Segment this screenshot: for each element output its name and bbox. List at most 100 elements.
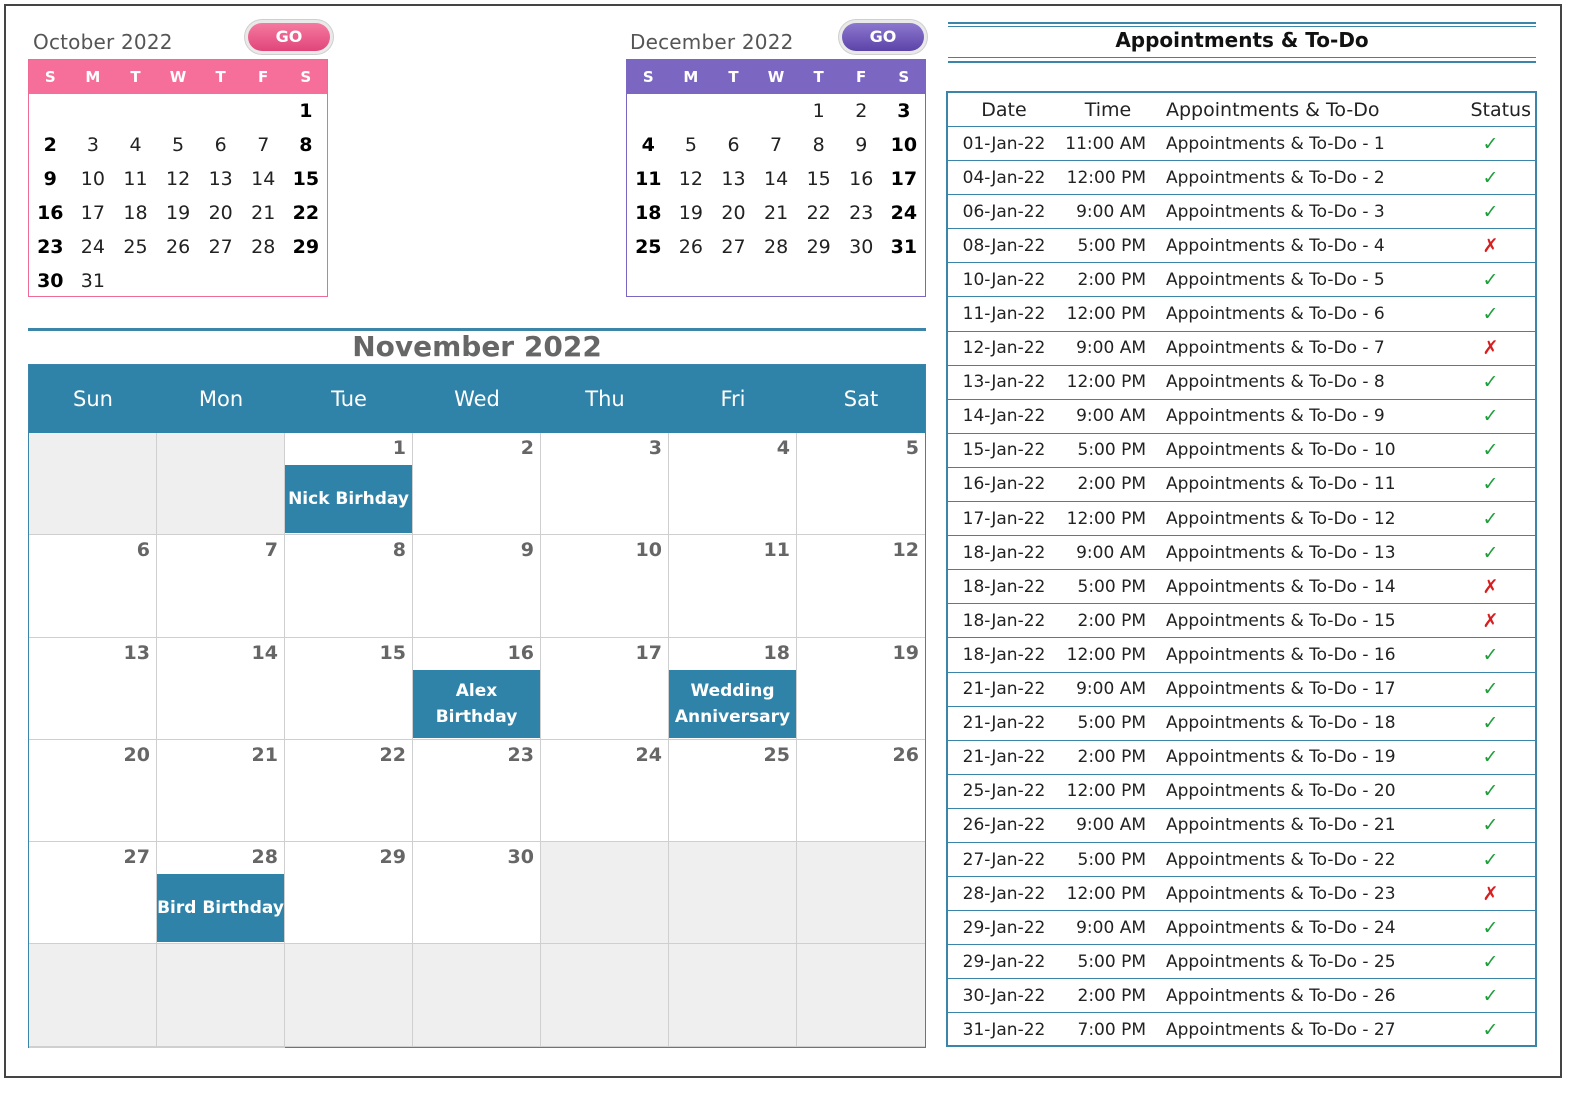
mini-day-cell[interactable]: 15 — [797, 162, 840, 196]
month-day-empty[interactable] — [157, 1046, 285, 1048]
column-header-status[interactable]: Status — [1446, 99, 1535, 121]
month-day-cell[interactable]: 3 — [541, 433, 669, 536]
mini-day-cell[interactable]: 12 — [670, 162, 713, 196]
mini-day-cell[interactable]: 13 — [712, 162, 755, 196]
month-day-cell[interactable]: 5 — [797, 433, 925, 536]
month-day-empty[interactable] — [541, 842, 669, 945]
mini-day-cell[interactable]: 2 — [840, 94, 883, 128]
mini-day-cell[interactable]: 11 — [114, 162, 157, 196]
mini-day-cell[interactable]: 14 — [242, 162, 285, 196]
month-day-cell[interactable]: 26 — [797, 739, 925, 843]
month-day-cell[interactable]: 8 — [285, 535, 413, 638]
mini-day-cell[interactable]: 5 — [670, 128, 713, 162]
appointment-row[interactable]: 29-Jan-22 9:00 AM Appointments & To-Do - 2… — [948, 911, 1535, 946]
month-day-cell[interactable]: 29 — [285, 842, 413, 945]
month-day-cell[interactable]: 27 — [29, 842, 157, 945]
appointment-row[interactable]: 04-Jan-22 12:00 PM Appointments & To-Do - … — [948, 161, 1535, 196]
mini-day-cell[interactable]: 21 — [242, 196, 285, 230]
appointment-row[interactable]: 18-Jan-22 12:00 PM Appointments & To-Do - … — [948, 638, 1535, 673]
month-day-cell[interactable]: 18 Wedding Anniversary — [669, 637, 797, 740]
month-day-cell[interactable]: 25 — [669, 739, 797, 843]
appointment-row[interactable]: 26-Jan-22 9:00 AM Appointments & To-Do - 2… — [948, 809, 1535, 843]
appointment-row[interactable]: 13-Jan-22 12:00 PM Appointments & To-Do - … — [948, 366, 1535, 400]
column-header-date[interactable]: Date — [948, 99, 1060, 121]
column-header-time[interactable]: Time — [1060, 99, 1156, 121]
mini-day-cell[interactable]: 3 — [72, 128, 115, 162]
mini-day-cell[interactable]: 15 — [285, 162, 328, 196]
mini-day-cell[interactable]: 9 — [29, 162, 72, 196]
month-day-cell[interactable]: 19 — [797, 637, 925, 740]
month-day-cell[interactable]: 30 — [413, 842, 541, 945]
month-day-empty[interactable] — [29, 944, 157, 1047]
mini-day-cell[interactable]: 7 — [755, 128, 798, 162]
mini-day-cell[interactable]: 23 — [840, 196, 883, 230]
appointment-row[interactable]: 25-Jan-22 12:00 PM Appointments & To-Do - … — [948, 775, 1535, 809]
appointment-row[interactable]: 14-Jan-22 9:00 AM Appointments & To-Do - 9… — [948, 400, 1535, 434]
mini-day-cell[interactable]: 22 — [285, 196, 328, 230]
month-day-cell[interactable]: 10 — [541, 535, 669, 638]
month-day-empty[interactable] — [157, 944, 285, 1047]
appointment-row[interactable]: 18-Jan-22 5:00 PM Appointments & To-Do - 1… — [948, 570, 1535, 605]
month-day-empty[interactable] — [157, 433, 285, 536]
month-day-cell[interactable]: 12 — [797, 535, 925, 638]
mini-day-cell[interactable]: 8 — [797, 128, 840, 162]
month-day-cell[interactable]: 7 — [157, 535, 285, 638]
appointment-row[interactable]: 06-Jan-22 9:00 AM Appointments & To-Do - 3… — [948, 195, 1535, 230]
mini-day-cell[interactable]: 30 — [840, 230, 883, 264]
appointment-row[interactable]: 21-Jan-22 5:00 PM Appointments & To-Do - 1… — [948, 707, 1535, 741]
month-day-cell[interactable]: 16 Alex Birthday — [413, 637, 541, 740]
mini-day-cell[interactable]: 30 — [29, 264, 72, 298]
mini-day-cell[interactable]: 5 — [157, 128, 200, 162]
mini-day-cell[interactable]: 11 — [627, 162, 670, 196]
mini-day-cell[interactable]: 8 — [285, 128, 328, 162]
go-button-october[interactable]: GO — [248, 23, 330, 51]
mini-day-cell[interactable]: 2 — [29, 128, 72, 162]
mini-day-cell[interactable]: 21 — [755, 196, 798, 230]
appointment-row[interactable]: 29-Jan-22 5:00 PM Appointments & To-Do - 2… — [948, 945, 1535, 980]
month-day-empty[interactable] — [541, 944, 669, 1047]
mini-day-cell[interactable]: 12 — [157, 162, 200, 196]
appointment-row[interactable]: 28-Jan-22 12:00 PM Appointments & To-Do - … — [948, 877, 1535, 912]
mini-day-cell[interactable]: 25 — [627, 230, 670, 264]
month-day-empty[interactable] — [669, 944, 797, 1047]
mini-day-cell[interactable]: 17 — [883, 162, 926, 196]
month-day-cell[interactable]: 24 — [541, 739, 669, 843]
mini-day-cell[interactable]: 28 — [755, 230, 798, 264]
month-day-empty[interactable] — [797, 842, 925, 945]
calendar-event[interactable]: Wedding Anniversary — [669, 669, 796, 738]
month-day-cell[interactable]: 28 Bird Birthday — [157, 842, 285, 945]
mini-day-cell[interactable]: 27 — [199, 230, 242, 264]
appointment-row[interactable]: 10-Jan-22 2:00 PM Appointments & To-Do - 5… — [948, 263, 1535, 298]
calendar-event[interactable]: Nick Birhday — [285, 465, 412, 533]
month-day-cell[interactable]: 15 — [285, 637, 413, 740]
mini-day-cell[interactable]: 7 — [242, 128, 285, 162]
mini-day-cell[interactable]: 24 — [883, 196, 926, 230]
mini-day-cell[interactable]: 26 — [670, 230, 713, 264]
month-day-empty[interactable] — [29, 433, 157, 536]
appointment-row[interactable]: 12-Jan-22 9:00 AM Appointments & To-Do - 7… — [948, 332, 1535, 366]
mini-day-cell[interactable]: 22 — [797, 196, 840, 230]
month-day-cell[interactable]: 21 — [157, 739, 285, 843]
month-day-cell[interactable]: 14 — [157, 637, 285, 740]
mini-day-cell[interactable]: 25 — [114, 230, 157, 264]
mini-day-cell[interactable]: 16 — [29, 196, 72, 230]
month-day-cell[interactable]: 2 — [413, 433, 541, 536]
mini-day-cell[interactable]: 16 — [840, 162, 883, 196]
month-day-empty[interactable] — [669, 842, 797, 945]
mini-day-cell[interactable]: 1 — [285, 94, 328, 128]
month-day-cell[interactable]: 4 — [669, 433, 797, 536]
month-day-cell[interactable]: 1 Nick Birhday — [285, 433, 413, 536]
appointment-row[interactable]: 16-Jan-22 2:00 PM Appointments & To-Do - 1… — [948, 468, 1535, 503]
mini-day-cell[interactable]: 3 — [883, 94, 926, 128]
mini-day-cell[interactable]: 20 — [199, 196, 242, 230]
mini-day-cell[interactable]: 17 — [72, 196, 115, 230]
month-day-empty[interactable] — [413, 944, 541, 1047]
mini-day-cell[interactable]: 28 — [242, 230, 285, 264]
appointment-row[interactable]: 18-Jan-22 2:00 PM Appointments & To-Do - 1… — [948, 604, 1535, 639]
month-day-empty[interactable] — [797, 944, 925, 1047]
month-day-cell[interactable]: 11 — [669, 535, 797, 638]
mini-day-cell[interactable]: 24 — [72, 230, 115, 264]
appointment-row[interactable]: 18-Jan-22 9:00 AM Appointments & To-Do - 1… — [948, 536, 1535, 571]
mini-day-cell[interactable]: 31 — [72, 264, 115, 298]
mini-day-cell[interactable]: 27 — [712, 230, 755, 264]
